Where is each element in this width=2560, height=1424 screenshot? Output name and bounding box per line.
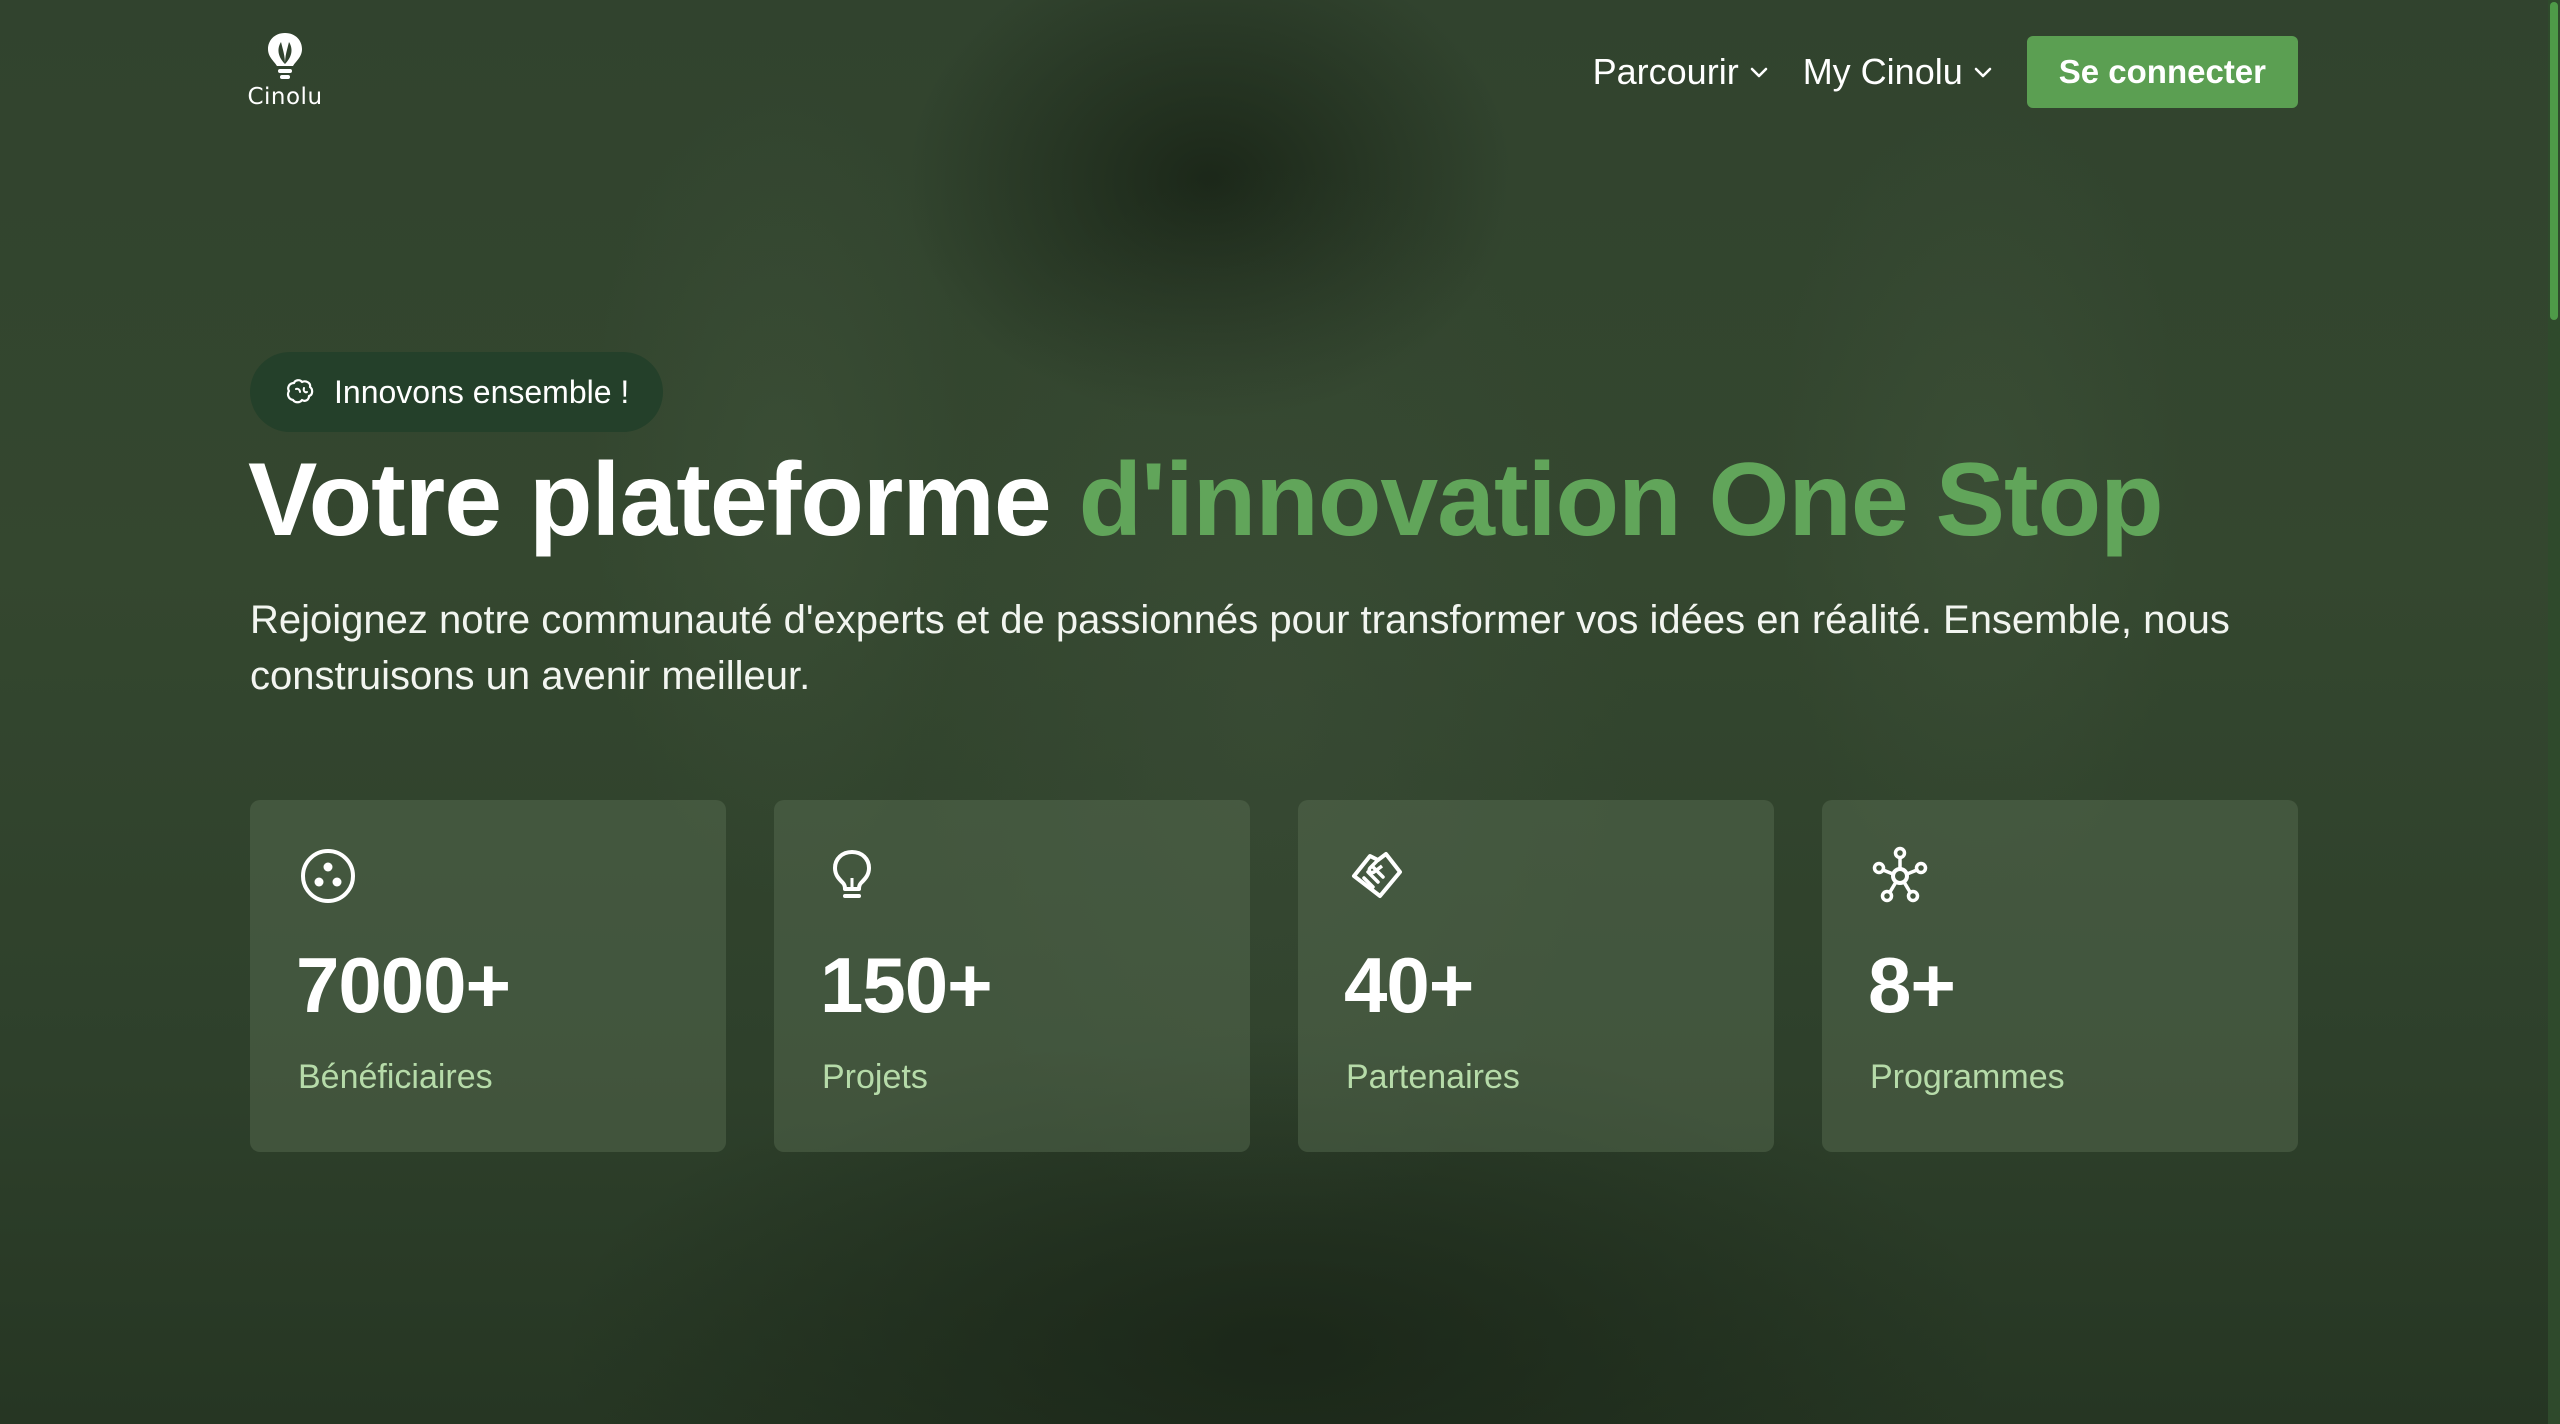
lightbulb-icon xyxy=(833,850,871,898)
stat-card-beneficiaires: 7000+ Bénéficiaires xyxy=(250,800,726,1152)
stat-card-partenaires: 40+ Partenaires xyxy=(1298,800,1774,1152)
nav-parcourir-label: Parcourir xyxy=(1592,51,1739,92)
login-button[interactable]: Se connecter xyxy=(2026,36,2298,108)
users-circle-icon xyxy=(301,849,355,903)
chevron-down-icon xyxy=(1973,62,1993,82)
stat-value: 7000+ xyxy=(296,941,511,1029)
hero-title-start: Votre plateforme xyxy=(248,442,1052,558)
hero-subtitle: Rejoignez notre communauté d'experts et … xyxy=(250,598,2230,698)
page-scrollbar[interactable] xyxy=(2548,0,2560,1424)
stat-value: 40+ xyxy=(1344,941,1474,1029)
stat-value: 8+ xyxy=(1868,941,1956,1029)
innovation-badge: Innovons ensemble ! xyxy=(250,352,664,432)
lightbulb-leaf-logo-icon xyxy=(268,33,302,79)
nav-parcourir[interactable]: Parcourir xyxy=(1593,51,1769,93)
stat-label: Projets xyxy=(822,1058,928,1096)
hero-title-accent: d'innovation One Stop xyxy=(1078,442,2164,558)
nav-my-cinolu[interactable]: My Cinolu xyxy=(1803,51,1993,93)
badge-label: Innovons ensemble ! xyxy=(334,373,630,410)
stat-value: 150+ xyxy=(820,941,993,1029)
chevron-down-icon xyxy=(1749,62,1769,82)
stat-label: Programmes xyxy=(1870,1058,2065,1096)
hero-background-image xyxy=(0,0,2548,1424)
scrollbar-thumb[interactable] xyxy=(2550,2,2558,320)
stat-card-projets: 150+ Projets xyxy=(774,800,1250,1152)
hero-title: Votre plateforme d'innovation One Stop xyxy=(248,440,2164,560)
logo-text: Cinolu xyxy=(247,84,323,110)
stat-label: Bénéficiaires xyxy=(298,1058,493,1096)
network-icon xyxy=(1872,846,1928,903)
stats-row: 7000+ Bénéficiaires 150+ Projets 40+ Par… xyxy=(250,800,2298,1152)
stat-card-programmes: 8+ Programmes xyxy=(1822,800,2298,1152)
cinolu-logo[interactable]: Cinolu xyxy=(246,30,324,114)
stat-label: Partenaires xyxy=(1346,1058,1520,1096)
handshake-icon xyxy=(1352,852,1402,898)
main-nav: Parcourir My Cinolu Se connecter xyxy=(1593,36,2298,108)
brain-icon xyxy=(284,376,316,408)
nav-my-cinolu-label: My Cinolu xyxy=(1802,51,1963,92)
